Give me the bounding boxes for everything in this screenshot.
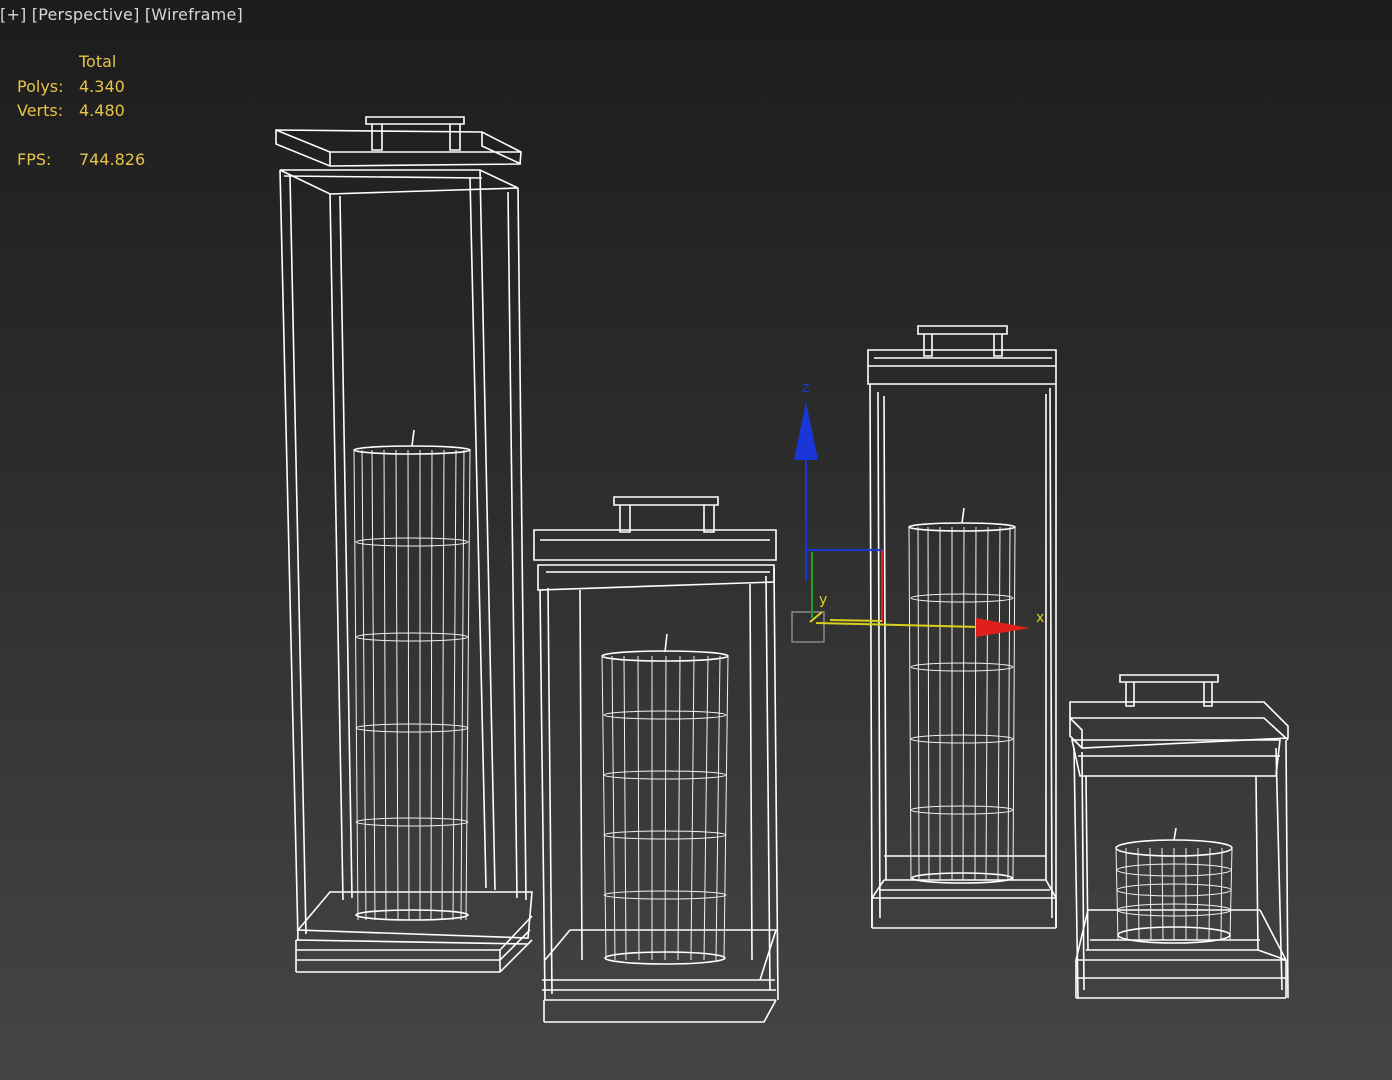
gizmo-z-arrow[interactable] xyxy=(794,402,818,460)
gizmo-pivot-box[interactable] xyxy=(791,611,825,643)
lantern-medium[interactable] xyxy=(533,496,779,1023)
gizmo-y-label: y xyxy=(819,592,827,608)
lantern-small[interactable] xyxy=(1069,674,1289,999)
gizmo-x-label: x xyxy=(1036,610,1044,626)
lantern-tall[interactable] xyxy=(275,116,533,973)
viewport-scene[interactable]: z y x xyxy=(0,0,1392,1080)
gizmo-x-arrow[interactable] xyxy=(976,618,1030,637)
gizmo-x-axis[interactable] xyxy=(815,622,981,628)
gizmo-z-label: z xyxy=(802,380,809,396)
